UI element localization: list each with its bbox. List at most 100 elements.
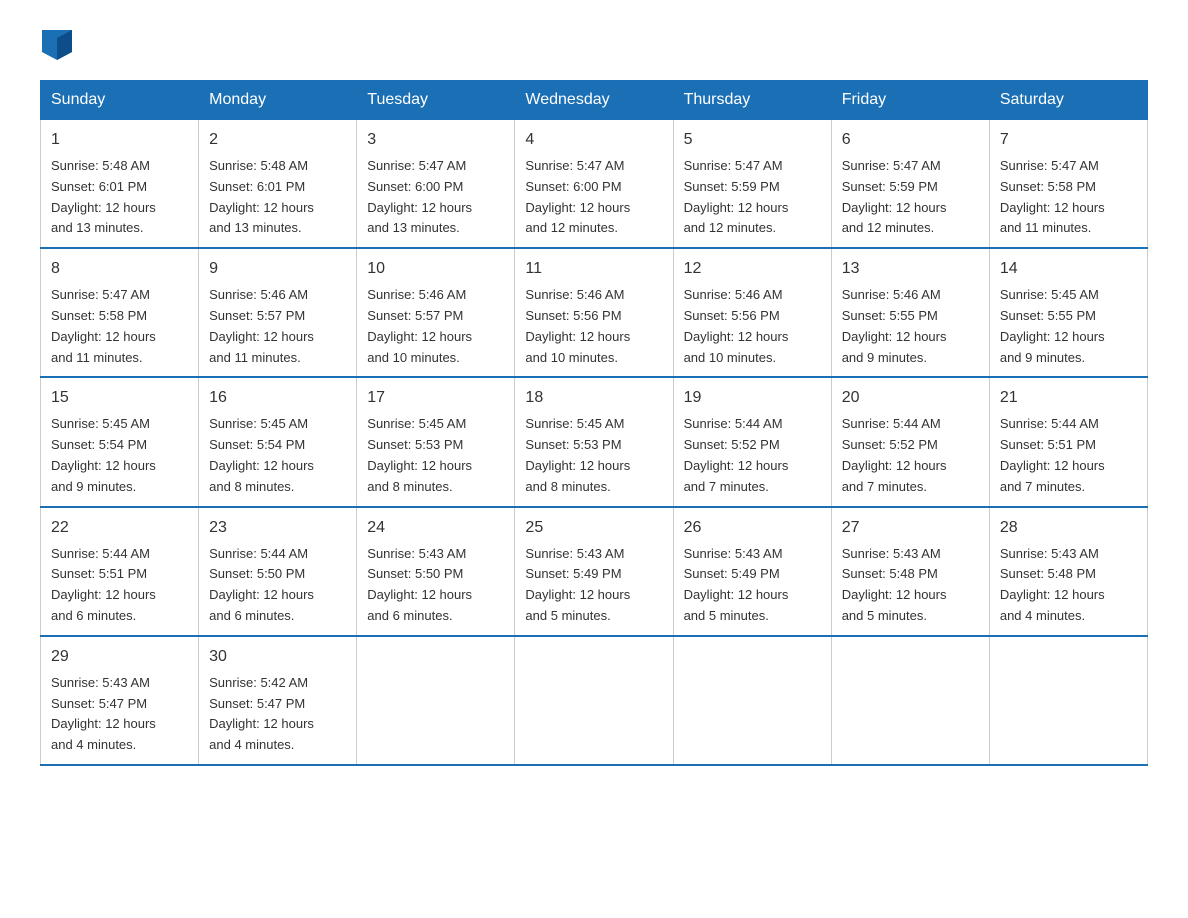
weekday-header-monday: Monday [199, 81, 357, 120]
weekday-header-wednesday: Wednesday [515, 81, 673, 120]
calendar-cell: 6Sunrise: 5:47 AMSunset: 5:59 PMDaylight… [831, 120, 989, 249]
calendar-week-3: 15 Sunrise: 5:45 AMSunset: 5:54 PMDayligh… [41, 377, 1148, 506]
day-info: Sunrise: 5:45 AMSunset: 5:55 PMDaylight:… [1000, 285, 1137, 368]
day-info: Sunrise: 5:45 AMSunset: 5:54 PMDaylight:… [209, 414, 346, 497]
day-info: Sunrise: 5:46 AMSunset: 5:57 PMDaylight:… [209, 285, 346, 368]
day-info: Sunrise: 5:45 AMSunset: 5:53 PMDaylight:… [525, 414, 662, 497]
day-info: Sunrise: 5:42 AMSunset: 5:47 PMDaylight:… [209, 673, 346, 756]
calendar-cell: 30Sunrise: 5:42 AMSunset: 5:47 PMDayligh… [199, 636, 357, 765]
calendar-cell: 9 Sunrise: 5:46 AMSunset: 5:57 PMDaylight… [199, 248, 357, 377]
day-info: Sunrise: 5:47 AMSunset: 5:58 PMDaylight:… [1000, 156, 1137, 239]
day-info: Sunrise: 5:46 AMSunset: 5:55 PMDaylight:… [842, 285, 979, 368]
day-info: Sunrise: 5:48 AMSunset: 6:01 PMDaylight:… [51, 156, 188, 239]
calendar-cell [357, 636, 515, 765]
day-info: Sunrise: 5:44 AMSunset: 5:52 PMDaylight:… [684, 414, 821, 497]
calendar-cell: 10 Sunrise: 5:46 AMSunset: 5:57 PMDayligh… [357, 248, 515, 377]
calendar-cell: 8Sunrise: 5:47 AMSunset: 5:58 PMDaylight… [41, 248, 199, 377]
day-number: 17 [367, 386, 504, 410]
weekday-header-friday: Friday [831, 81, 989, 120]
day-number: 21 [1000, 386, 1137, 410]
logo [40, 30, 72, 60]
calendar-week-2: 8Sunrise: 5:47 AMSunset: 5:58 PMDaylight… [41, 248, 1148, 377]
calendar-cell: 12Sunrise: 5:46 AMSunset: 5:56 PMDayligh… [673, 248, 831, 377]
weekday-header-thursday: Thursday [673, 81, 831, 120]
calendar-cell: 22Sunrise: 5:44 AMSunset: 5:51 PMDayligh… [41, 507, 199, 636]
calendar-cell: 16 Sunrise: 5:45 AMSunset: 5:54 PMDayligh… [199, 377, 357, 506]
calendar-cell: 7 Sunrise: 5:47 AMSunset: 5:58 PMDaylight… [989, 120, 1147, 249]
day-info: Sunrise: 5:46 AMSunset: 5:57 PMDaylight:… [367, 285, 504, 368]
calendar-week-1: 1Sunrise: 5:48 AMSunset: 6:01 PMDaylight… [41, 120, 1148, 249]
calendar-cell: 5Sunrise: 5:47 AMSunset: 5:59 PMDaylight… [673, 120, 831, 249]
calendar-cell: 21Sunrise: 5:44 AMSunset: 5:51 PMDayligh… [989, 377, 1147, 506]
calendar-cell [989, 636, 1147, 765]
calendar-cell: 24 Sunrise: 5:43 AMSunset: 5:50 PMDayligh… [357, 507, 515, 636]
calendar-week-5: 29 Sunrise: 5:43 AMSunset: 5:47 PMDayligh… [41, 636, 1148, 765]
calendar-cell: 2 Sunrise: 5:48 AMSunset: 6:01 PMDaylight… [199, 120, 357, 249]
day-info: Sunrise: 5:47 AMSunset: 6:00 PMDaylight:… [525, 156, 662, 239]
day-number: 11 [525, 257, 662, 281]
day-number: 9 [209, 257, 346, 281]
day-info: Sunrise: 5:47 AMSunset: 5:59 PMDaylight:… [684, 156, 821, 239]
calendar-cell: 29 Sunrise: 5:43 AMSunset: 5:47 PMDayligh… [41, 636, 199, 765]
calendar-table: SundayMondayTuesdayWednesdayThursdayFrid… [40, 80, 1148, 766]
calendar-week-4: 22Sunrise: 5:44 AMSunset: 5:51 PMDayligh… [41, 507, 1148, 636]
day-number: 20 [842, 386, 979, 410]
day-number: 14 [1000, 257, 1137, 281]
calendar-cell: 18Sunrise: 5:45 AMSunset: 5:53 PMDayligh… [515, 377, 673, 506]
calendar-cell: 15 Sunrise: 5:45 AMSunset: 5:54 PMDayligh… [41, 377, 199, 506]
day-info: Sunrise: 5:45 AMSunset: 5:53 PMDaylight:… [367, 414, 504, 497]
calendar-cell: 3 Sunrise: 5:47 AMSunset: 6:00 PMDaylight… [357, 120, 515, 249]
weekday-header-saturday: Saturday [989, 81, 1147, 120]
day-number: 19 [684, 386, 821, 410]
day-number: 15 [51, 386, 188, 410]
day-number: 10 [367, 257, 504, 281]
day-info: Sunrise: 5:43 AMSunset: 5:50 PMDaylight:… [367, 544, 504, 627]
calendar-cell: 11 Sunrise: 5:46 AMSunset: 5:56 PMDayligh… [515, 248, 673, 377]
day-info: Sunrise: 5:44 AMSunset: 5:52 PMDaylight:… [842, 414, 979, 497]
day-info: Sunrise: 5:47 AMSunset: 5:58 PMDaylight:… [51, 285, 188, 368]
weekday-header-tuesday: Tuesday [357, 81, 515, 120]
calendar-cell [673, 636, 831, 765]
day-info: Sunrise: 5:43 AMSunset: 5:49 PMDaylight:… [684, 544, 821, 627]
day-info: Sunrise: 5:47 AMSunset: 5:59 PMDaylight:… [842, 156, 979, 239]
calendar-header-row: SundayMondayTuesdayWednesdayThursdayFrid… [41, 81, 1148, 120]
day-info: Sunrise: 5:45 AMSunset: 5:54 PMDaylight:… [51, 414, 188, 497]
calendar-cell [515, 636, 673, 765]
day-number: 23 [209, 516, 346, 540]
calendar-cell: 17 Sunrise: 5:45 AMSunset: 5:53 PMDayligh… [357, 377, 515, 506]
day-number: 16 [209, 386, 346, 410]
day-number: 3 [367, 128, 504, 152]
calendar-cell [831, 636, 989, 765]
day-number: 2 [209, 128, 346, 152]
calendar-cell: 25 Sunrise: 5:43 AMSunset: 5:49 PMDayligh… [515, 507, 673, 636]
calendar-cell: 14 Sunrise: 5:45 AMSunset: 5:55 PMDayligh… [989, 248, 1147, 377]
calendar-cell: 1Sunrise: 5:48 AMSunset: 6:01 PMDaylight… [41, 120, 199, 249]
day-number: 13 [842, 257, 979, 281]
calendar-cell: 19 Sunrise: 5:44 AMSunset: 5:52 PMDayligh… [673, 377, 831, 506]
day-number: 24 [367, 516, 504, 540]
calendar-cell: 20 Sunrise: 5:44 AMSunset: 5:52 PMDayligh… [831, 377, 989, 506]
calendar-cell: 23 Sunrise: 5:44 AMSunset: 5:50 PMDayligh… [199, 507, 357, 636]
calendar-cell: 28 Sunrise: 5:43 AMSunset: 5:48 PMDayligh… [989, 507, 1147, 636]
day-info: Sunrise: 5:43 AMSunset: 5:48 PMDaylight:… [1000, 544, 1137, 627]
day-info: Sunrise: 5:43 AMSunset: 5:48 PMDaylight:… [842, 544, 979, 627]
day-number: 28 [1000, 516, 1137, 540]
day-number: 12 [684, 257, 821, 281]
page-header [40, 30, 1148, 60]
day-info: Sunrise: 5:44 AMSunset: 5:50 PMDaylight:… [209, 544, 346, 627]
day-info: Sunrise: 5:48 AMSunset: 6:01 PMDaylight:… [209, 156, 346, 239]
day-info: Sunrise: 5:47 AMSunset: 6:00 PMDaylight:… [367, 156, 504, 239]
calendar-cell: 13 Sunrise: 5:46 AMSunset: 5:55 PMDayligh… [831, 248, 989, 377]
day-number: 25 [525, 516, 662, 540]
day-number: 22 [51, 516, 188, 540]
weekday-header-sunday: Sunday [41, 81, 199, 120]
day-number: 4 [525, 128, 662, 152]
day-number: 26 [684, 516, 821, 540]
day-info: Sunrise: 5:43 AMSunset: 5:49 PMDaylight:… [525, 544, 662, 627]
calendar-cell: 26 Sunrise: 5:43 AMSunset: 5:49 PMDayligh… [673, 507, 831, 636]
day-number: 27 [842, 516, 979, 540]
day-number: 7 [1000, 128, 1137, 152]
day-info: Sunrise: 5:46 AMSunset: 5:56 PMDaylight:… [525, 285, 662, 368]
day-info: Sunrise: 5:43 AMSunset: 5:47 PMDaylight:… [51, 673, 188, 756]
day-number: 29 [51, 645, 188, 669]
